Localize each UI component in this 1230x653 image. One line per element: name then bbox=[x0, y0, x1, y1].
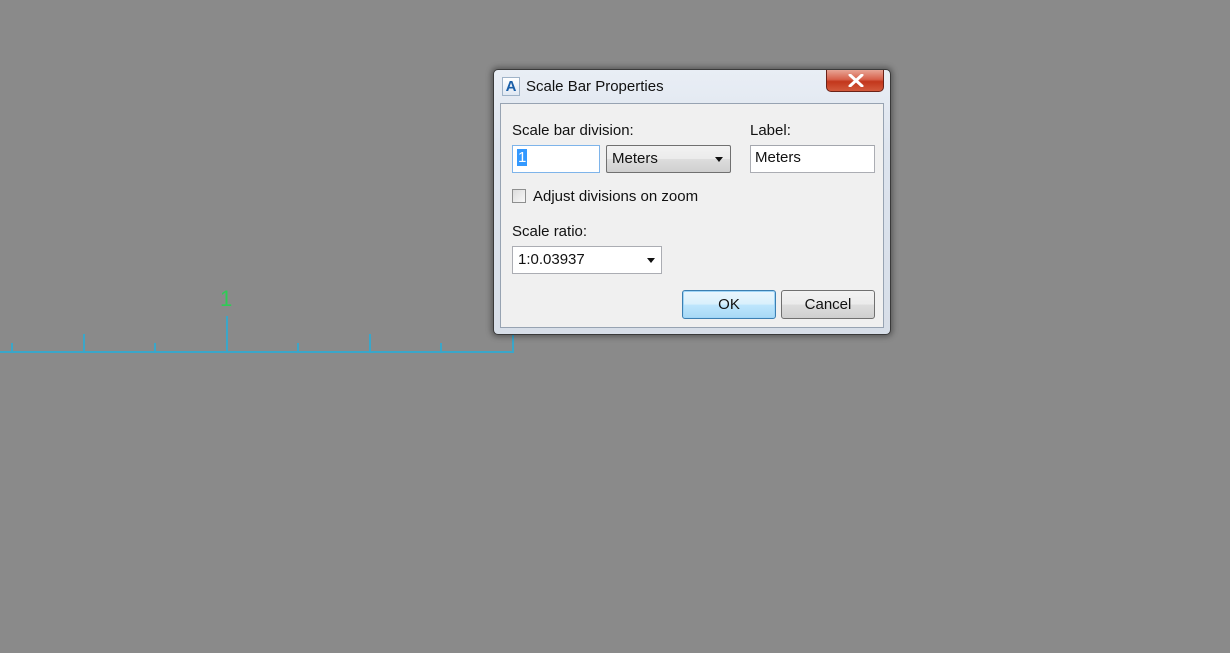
chevron-down-icon bbox=[715, 157, 723, 162]
close-button[interactable] bbox=[826, 70, 884, 92]
scale-ratio-value: 1:0.03937 bbox=[518, 251, 585, 268]
dialog-title: Scale Bar Properties bbox=[526, 78, 664, 95]
close-icon bbox=[848, 74, 864, 87]
cancel-button[interactable]: Cancel bbox=[781, 290, 875, 319]
units-selected-value: Meters bbox=[612, 150, 658, 167]
chevron-down-icon bbox=[647, 258, 655, 263]
scale-bar-number: 1 bbox=[220, 286, 232, 311]
scale-bar: 1 bbox=[0, 286, 514, 353]
dialog-titlebar[interactable]: A Scale Bar Properties bbox=[494, 70, 890, 103]
adjust-divisions-label[interactable]: Adjust divisions on zoom bbox=[533, 188, 698, 205]
division-value-selected: 1 bbox=[517, 149, 528, 166]
units-dropdown[interactable]: Meters bbox=[606, 145, 731, 173]
adjust-divisions-checkbox[interactable] bbox=[512, 189, 526, 203]
label-input[interactable]: Meters bbox=[750, 145, 875, 173]
scale-ratio-label: Scale ratio: bbox=[512, 223, 588, 240]
dialog-client-area: Scale bar division: 1 Meters Label: Mete… bbox=[500, 103, 884, 328]
scale-bar-ticks bbox=[0, 316, 514, 353]
scale-bar-division-label: Scale bar division: bbox=[512, 122, 634, 139]
label-caption: Label: bbox=[750, 122, 791, 139]
scale-bar-division-input[interactable]: 1 bbox=[512, 145, 600, 173]
ok-button[interactable]: OK bbox=[682, 290, 776, 319]
scale-ratio-dropdown[interactable]: 1:0.03937 bbox=[512, 246, 662, 274]
scale-bar-properties-dialog: A Scale Bar Properties Scale bar divisio… bbox=[493, 69, 891, 335]
app-logo-icon: A bbox=[502, 77, 520, 96]
